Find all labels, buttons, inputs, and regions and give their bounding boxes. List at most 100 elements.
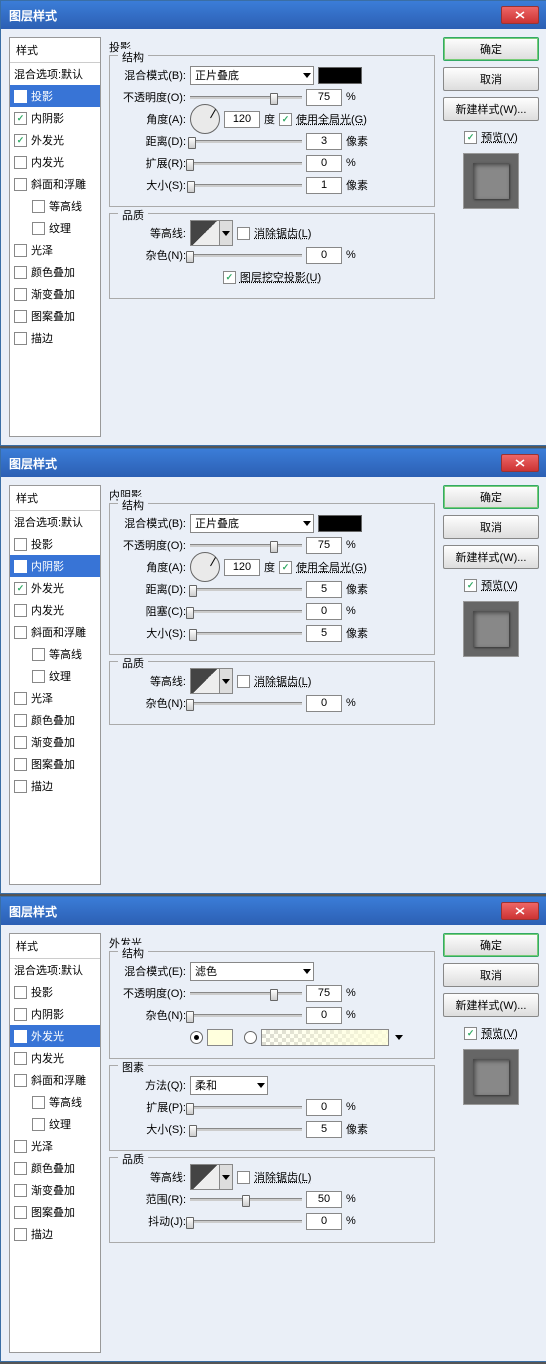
select[interactable]: 滤色 [190,962,314,981]
color-radio[interactable] [190,1031,203,1044]
checkbox-icon[interactable] [14,288,27,301]
cancel-button[interactable]: 取消 [443,515,539,539]
contour-picker[interactable] [190,1164,220,1190]
checkbox-icon[interactable] [14,758,27,771]
sidebar-item-8[interactable]: 颜色叠加 [10,1157,100,1179]
sidebar-item-7[interactable]: 光泽 [10,687,100,709]
slider[interactable] [190,140,302,143]
number-input[interactable] [306,1191,342,1208]
sidebar-item-10[interactable]: 图案叠加 [10,753,100,775]
checkbox-icon[interactable] [14,1162,27,1175]
sidebar-item-7[interactable]: 光泽 [10,1135,100,1157]
number-input[interactable] [306,1213,342,1230]
slider[interactable] [190,184,302,187]
sidebar-blend[interactable]: 混合选项:默认 [10,511,100,533]
checkbox-icon[interactable] [14,310,27,323]
select[interactable]: 正片叠底 [190,514,314,533]
number-input[interactable] [306,247,342,264]
slider-thumb[interactable] [186,699,194,711]
sidebar-head[interactable]: 样式 [10,486,100,511]
slider-thumb[interactable] [189,585,197,597]
slider-thumb[interactable] [270,541,278,553]
sidebar-item-5[interactable]: 等高线 [10,195,100,217]
slider[interactable] [190,588,302,591]
glow-color[interactable] [207,1029,233,1046]
gradient-radio[interactable] [244,1031,257,1044]
sidebar-item-4[interactable]: 斜面和浮雕 [10,1069,100,1091]
checkbox-icon[interactable] [14,178,27,191]
antialias-checkbox[interactable] [237,227,250,240]
slider[interactable] [190,632,302,635]
slider-thumb[interactable] [186,159,194,171]
angle-knob[interactable] [190,104,220,134]
globallight-checkbox[interactable] [279,113,292,126]
contour-picker[interactable] [190,668,220,694]
sidebar-item-9[interactable]: 渐变叠加 [10,283,100,305]
number-input[interactable] [306,603,342,620]
close-button[interactable] [501,902,539,920]
sidebar-item-10[interactable]: 图案叠加 [10,305,100,327]
number-input[interactable] [306,89,342,106]
number-input[interactable] [306,1099,342,1116]
contour-picker[interactable] [190,220,220,246]
sidebar-item-10[interactable]: 图案叠加 [10,1201,100,1223]
slider-thumb[interactable] [186,251,194,263]
sidebar-item-1[interactable]: 内阴影 [10,107,100,129]
slider[interactable] [190,1014,302,1017]
checkbox-icon[interactable] [32,670,45,683]
number-input[interactable] [306,625,342,642]
ok-button[interactable]: 确定 [443,933,539,957]
checkbox-icon[interactable] [14,1206,27,1219]
select[interactable]: 柔和 [190,1076,268,1095]
slider[interactable] [190,544,302,547]
sidebar-item-4[interactable]: 斜面和浮雕 [10,173,100,195]
ok-button[interactable]: 确定 [443,485,539,509]
slider-thumb[interactable] [242,1195,250,1207]
sidebar-item-2[interactable]: 外发光 [10,577,100,599]
contour-dropdown[interactable] [220,668,233,694]
checkbox-icon[interactable] [32,1118,45,1131]
checkbox-icon[interactable] [32,200,45,213]
slider[interactable] [190,1128,302,1131]
antialias-checkbox[interactable] [237,675,250,688]
color-swatch[interactable] [318,67,362,84]
checkbox-icon[interactable] [14,134,27,147]
slider[interactable] [190,1198,302,1201]
number-input[interactable] [306,1007,342,1024]
sidebar-item-3[interactable]: 内发光 [10,151,100,173]
checkbox-icon[interactable] [14,244,27,257]
checkbox-icon[interactable] [32,222,45,235]
slider-thumb[interactable] [186,1011,194,1023]
checkbox-icon[interactable] [14,1052,27,1065]
number-input[interactable] [306,537,342,554]
checkbox-icon[interactable] [14,626,27,639]
sidebar-item-0[interactable]: 投影 [10,533,100,555]
sidebar-item-5[interactable]: 等高线 [10,1091,100,1113]
preview-checkbox[interactable] [464,579,477,592]
slider[interactable] [190,254,302,257]
sidebar-item-7[interactable]: 光泽 [10,239,100,261]
sidebar-item-11[interactable]: 描边 [10,327,100,349]
sidebar-item-5[interactable]: 等高线 [10,643,100,665]
checkbox-icon[interactable] [14,1184,27,1197]
preview-checkbox[interactable] [464,131,477,144]
number-input[interactable] [306,581,342,598]
sidebar-item-6[interactable]: 纹理 [10,217,100,239]
checkbox-icon[interactable] [32,648,45,661]
newstyle-button[interactable]: 新建样式(W)... [443,97,539,121]
contour-dropdown[interactable] [220,1164,233,1190]
checkbox-icon[interactable] [14,1030,27,1043]
checkbox-icon[interactable] [14,714,27,727]
sidebar-item-1[interactable]: 内阴影 [10,555,100,577]
globallight-checkbox[interactable] [279,561,292,574]
ok-button[interactable]: 确定 [443,37,539,61]
slider-thumb[interactable] [186,1217,194,1229]
sidebar-item-4[interactable]: 斜面和浮雕 [10,621,100,643]
number-input[interactable] [306,155,342,172]
sidebar-head[interactable]: 样式 [10,934,100,959]
close-button[interactable] [501,454,539,472]
angle-knob[interactable] [190,552,220,582]
checkbox-icon[interactable] [14,736,27,749]
antialias-checkbox[interactable] [237,1171,250,1184]
sidebar-item-2[interactable]: 外发光 [10,1025,100,1047]
